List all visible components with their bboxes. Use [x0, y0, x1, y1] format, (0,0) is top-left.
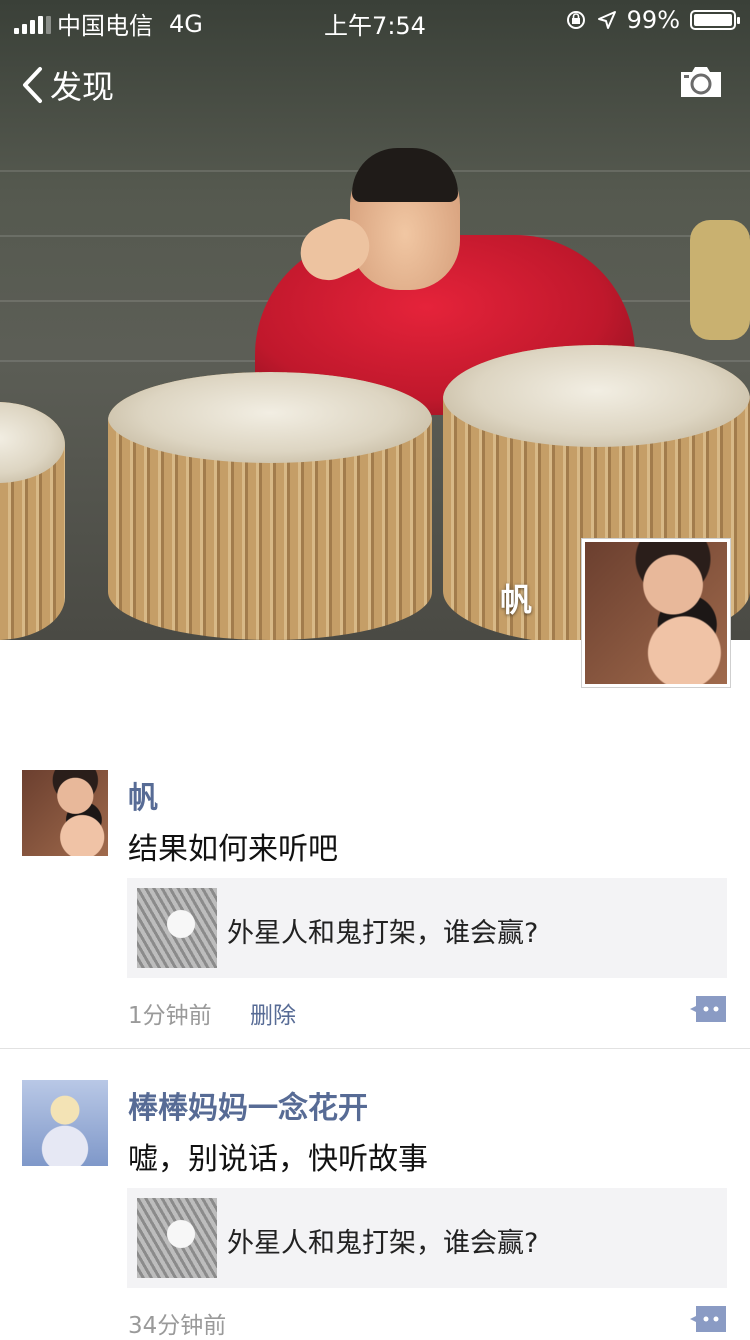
post-time: 1分钟前 — [128, 1003, 212, 1029]
rotation-lock-icon — [566, 11, 585, 29]
shared-title: 外星人和鬼打架，谁会赢? — [227, 1228, 539, 1259]
battery-percent: 99% — [626, 6, 680, 34]
shared-title: 外星人和鬼打架，谁会赢? — [227, 918, 539, 949]
shared-thumbnail — [137, 888, 217, 968]
shared-link-card[interactable]: 外星人和鬼打架，谁会赢? — [127, 878, 727, 978]
delete-button[interactable]: 删除 — [250, 996, 296, 1030]
back-button[interactable]: 发现 — [20, 62, 114, 108]
shared-link-card[interactable]: 外星人和鬼打架，谁会赢? — [127, 1188, 727, 1288]
avatar-photo — [22, 770, 108, 856]
post-time: 34分钟前 — [128, 1313, 227, 1339]
post-avatar[interactable] — [22, 1080, 108, 1166]
post-avatar[interactable] — [22, 770, 108, 856]
post-text: 结果如何来听吧 — [128, 832, 338, 867]
nav-bar: 发现 — [0, 58, 750, 114]
post-author[interactable]: 棒棒妈妈一念花开 — [128, 1083, 368, 1127]
drum — [0, 402, 65, 640]
status-bar: 中国电信 4G 上午7:54 99% — [0, 0, 750, 40]
profile-avatar[interactable] — [581, 538, 731, 688]
cover-username[interactable]: 帆 — [500, 575, 532, 621]
comment-icon[interactable] — [690, 996, 726, 1022]
divider — [0, 1048, 750, 1049]
post-text: 嘘，别说话，快听故事 — [128, 1142, 428, 1177]
battery-level — [694, 14, 732, 26]
post-author[interactable]: 帆 — [128, 773, 158, 817]
shared-thumbnail — [137, 1198, 217, 1278]
location-icon — [597, 11, 616, 29]
status-right: 99% — [565, 6, 740, 34]
camera-icon[interactable] — [678, 64, 724, 100]
child-legs — [690, 220, 750, 340]
back-label: 发现 — [50, 68, 115, 106]
avatar-photo — [22, 1080, 108, 1166]
chevron-left-icon — [23, 67, 42, 103]
drum — [108, 372, 432, 640]
child-hair — [352, 148, 458, 202]
avatar-photo — [585, 542, 727, 684]
comment-icon[interactable] — [690, 1306, 726, 1332]
battery-icon — [690, 10, 740, 30]
